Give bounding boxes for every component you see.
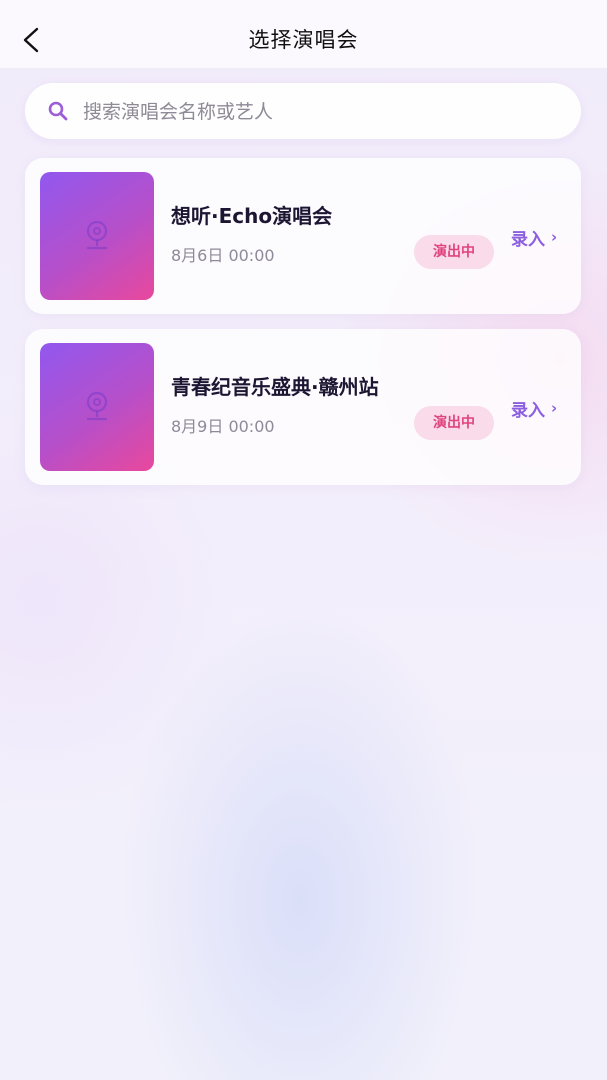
chevron-right-icon: › [551,228,558,246]
concert-datetime: 8月6日 00:00 [171,246,275,265]
map-pin-icon [86,391,108,421]
concert-title: 想听·Echo演唱会 [171,204,333,228]
status-badge: 演出中 [414,406,494,440]
search-input[interactable] [81,91,565,133]
enter-button[interactable]: 录入 › [511,393,557,423]
concert-thumbnail [40,343,154,471]
search-icon [48,101,68,121]
enter-button-label: 录入 [511,400,545,421]
page-title: 选择演唱会 [248,28,359,52]
enter-button[interactable]: 录入 › [511,222,557,252]
status-badge: 演出中 [414,235,494,269]
concert-card[interactable]: 想听·Echo演唱会 8月6日 00:00 演出中 录入 › [25,158,581,314]
search-bar[interactable] [25,83,581,139]
enter-button-label: 录入 [511,229,545,250]
concert-thumbnail [40,172,154,300]
concert-title: 青春纪音乐盛典·赣州站 [171,375,379,399]
top-bar: 选择演唱会 [0,0,607,68]
map-pin-icon [86,220,108,250]
chevron-right-icon: › [551,399,558,417]
concert-card[interactable]: 青春纪音乐盛典·赣州站 8月9日 00:00 演出中 录入 › [25,329,581,485]
concert-datetime: 8月9日 00:00 [171,417,275,436]
